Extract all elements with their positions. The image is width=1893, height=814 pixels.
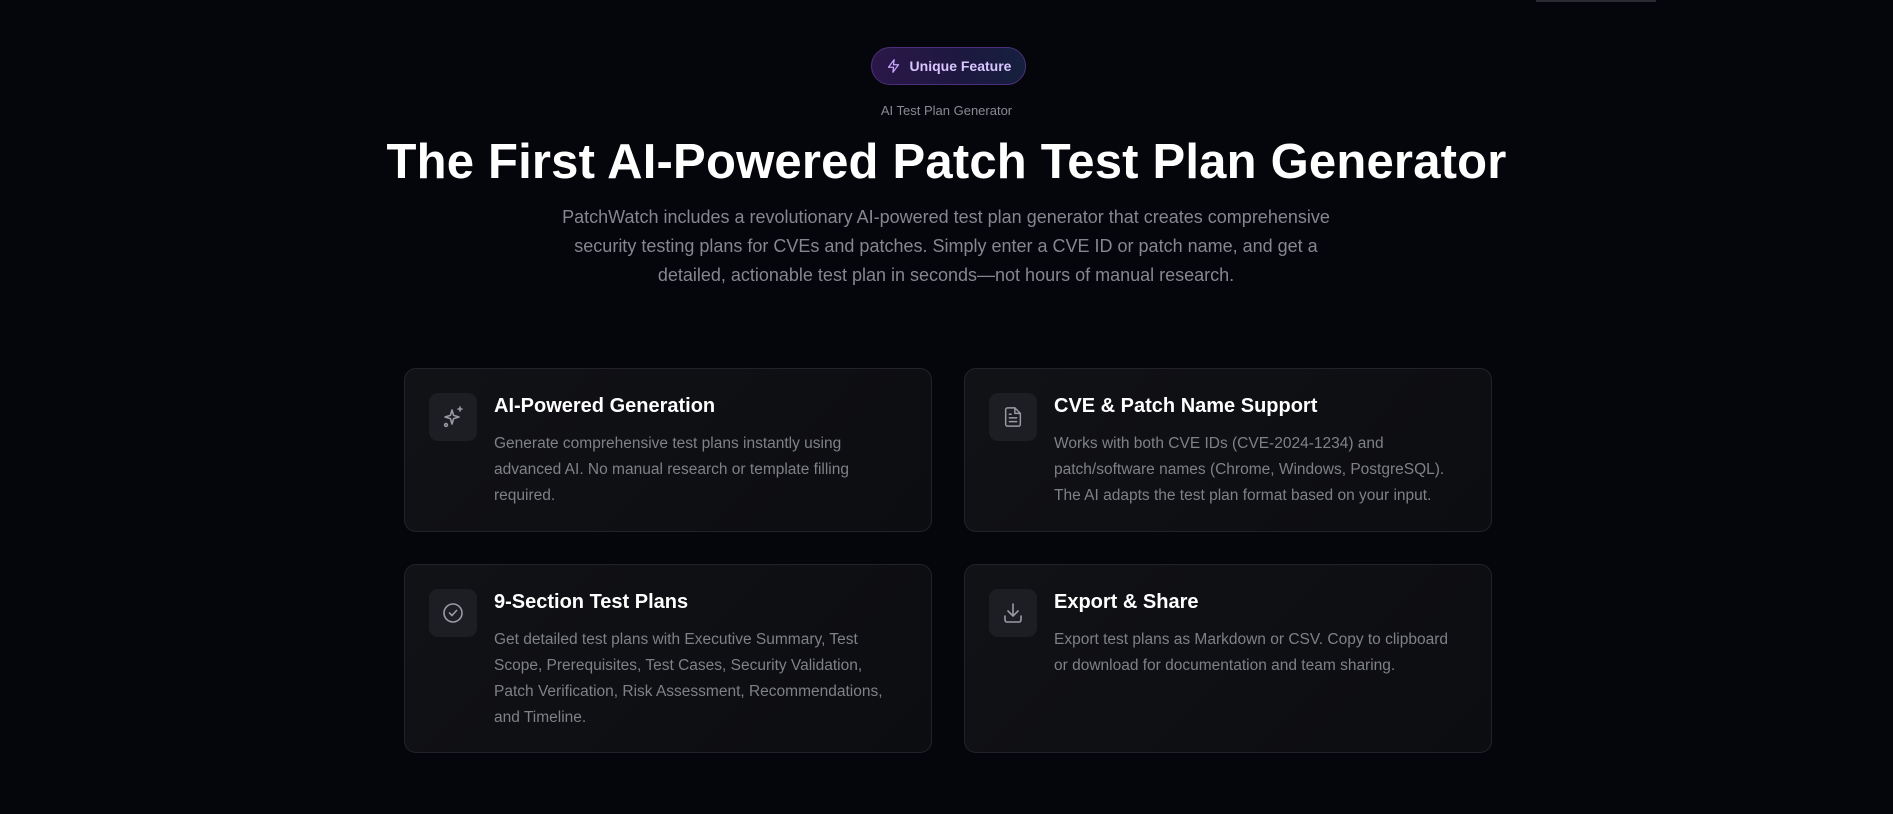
unique-feature-badge: Unique Feature	[871, 47, 1026, 85]
document-icon	[989, 393, 1037, 441]
sparkles-icon	[429, 393, 477, 441]
feature-title: AI-Powered Generation	[494, 395, 716, 417]
download-icon	[989, 589, 1037, 637]
section-title: The First AI-Powered Patch Test Plan Gen…	[386, 135, 1507, 189]
feature-description: Generate comprehensive test plans instan…	[494, 435, 849, 504]
section-eyebrow: AI Test Plan Generator	[880, 103, 1013, 118]
feature-card-cve-support: CVE & Patch Name Support Works with both…	[964, 368, 1492, 532]
section-description: PatchWatch includes a revolutionary AI-p…	[562, 207, 1330, 285]
badge-label: Unique Feature	[909, 58, 1012, 74]
feature-card-test-plans: 9-Section Test Plans Get detailed test p…	[404, 564, 932, 753]
feature-title: CVE & Patch Name Support	[1054, 395, 1318, 417]
feature-title: 9-Section Test Plans	[494, 591, 689, 613]
check-circle-icon	[429, 589, 477, 637]
feature-card-ai-generation: AI-Powered Generation Generate comprehen…	[404, 368, 932, 532]
feature-title: Export & Share	[1054, 591, 1199, 613]
feature-description: Works with both CVE IDs (CVE-2024-1234) …	[1054, 435, 1445, 504]
feature-description: Get detailed test plans with Executive S…	[494, 631, 883, 726]
feature-description: Export test plans as Markdown or CSV. Co…	[1054, 631, 1449, 674]
page: Unique Feature AI Test Plan Generator Th…	[0, 0, 1893, 814]
header-divider	[1536, 0, 1656, 2]
feature-card-export-share: Export & Share Export test plans as Mark…	[964, 564, 1492, 753]
lightning-icon	[886, 58, 901, 74]
